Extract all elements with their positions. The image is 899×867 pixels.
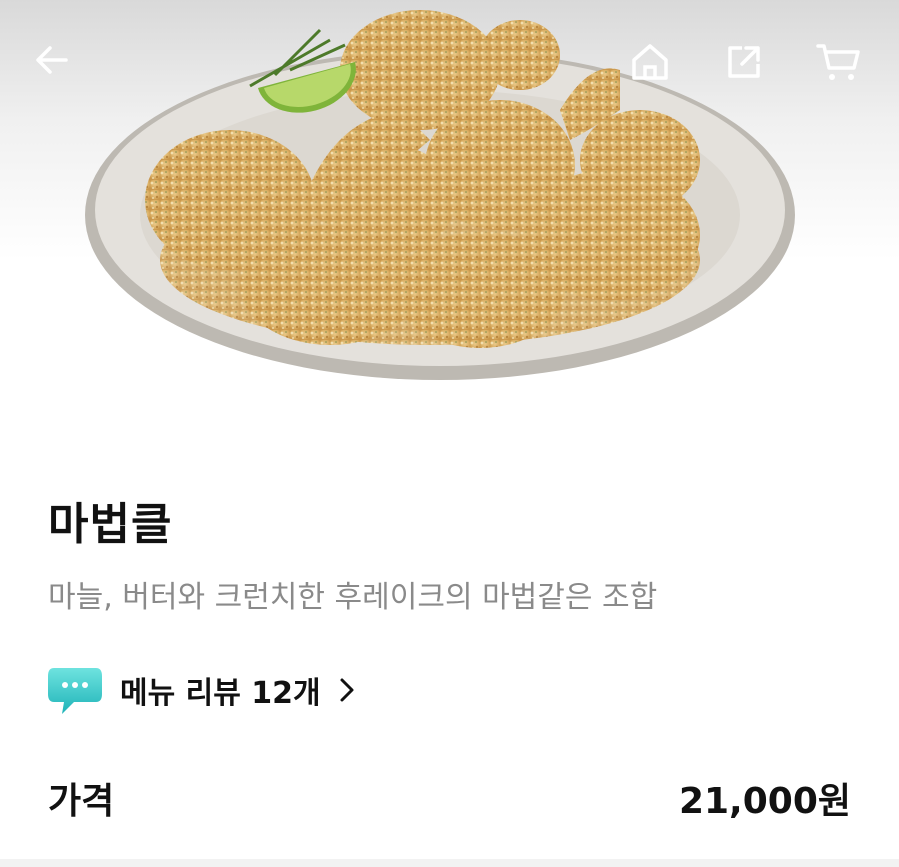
- share-icon: [728, 46, 760, 78]
- arrow-left-icon: [36, 46, 68, 74]
- cart-icon: [816, 44, 860, 80]
- price-value: 21,000원: [678, 781, 851, 822]
- back-button[interactable]: [32, 40, 84, 92]
- review-label: 메뉴 리뷰 12개: [120, 676, 321, 711]
- chevron-right-icon: [339, 677, 355, 703]
- top-navigation-bar: [0, 0, 899, 130]
- menu-title: 마법클: [48, 499, 173, 550]
- chat-bubble-icon: [48, 668, 102, 714]
- home-icon: [632, 44, 668, 80]
- price-row: 가격 21,000원: [48, 772, 851, 824]
- section-divider: [0, 859, 899, 867]
- share-button[interactable]: [722, 40, 774, 92]
- cart-button[interactable]: [814, 40, 866, 92]
- menu-hero-image: [0, 0, 899, 420]
- menu-review-link[interactable]: 메뉴 리뷰 12개: [46, 662, 355, 718]
- home-button[interactable]: [628, 40, 680, 92]
- menu-description: 마늘, 버터와 크런치한 후레이크의 마법같은 조합: [48, 580, 658, 615]
- price-label: 가격: [48, 781, 115, 822]
